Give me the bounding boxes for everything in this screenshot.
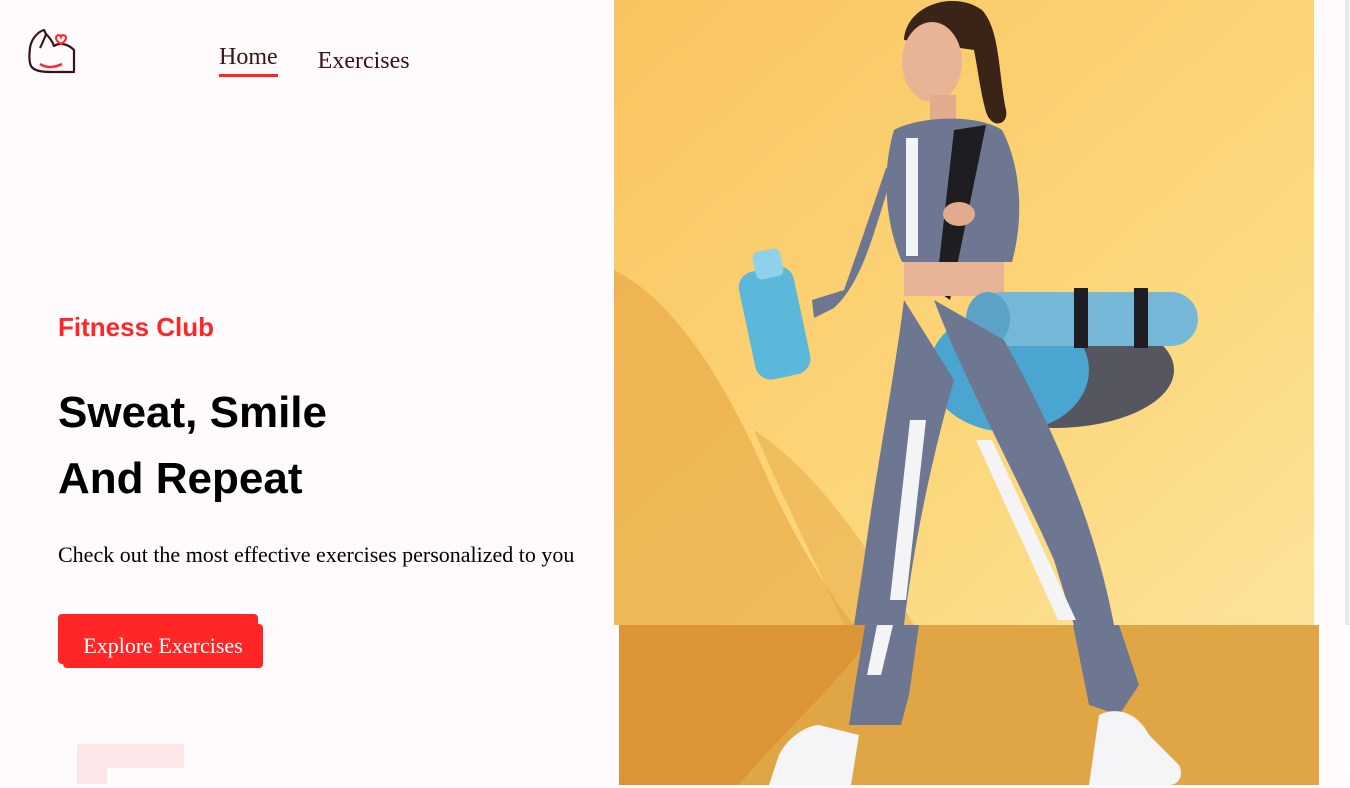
nav-link-home[interactable]: Home xyxy=(219,44,278,77)
logo[interactable] xyxy=(28,26,76,74)
headline-line-1: Sweat, Smile xyxy=(58,388,328,437)
hero-subtitle: Check out the most effective exercises p… xyxy=(58,542,575,567)
hero-section: Fitness Club Sweat, Smile And Repeat Che… xyxy=(58,312,618,568)
decorative-block-cutout xyxy=(107,768,184,788)
hero-eyebrow: Fitness Club xyxy=(58,312,215,342)
banner-illustration xyxy=(614,0,1314,625)
main-nav: Home Exercises xyxy=(219,44,410,77)
hero-headline: Sweat, Smile And Repeat xyxy=(58,380,618,512)
headline-line-2: And Repeat xyxy=(58,454,303,503)
hero-banner-image-lower xyxy=(619,625,1319,785)
explore-exercises-button[interactable]: Explore Exercises xyxy=(63,624,263,668)
flexed-arm-heart-icon xyxy=(28,28,76,74)
hero-banner-image xyxy=(614,0,1314,625)
nav-link-exercises[interactable]: Exercises xyxy=(318,48,410,77)
scrollbar-thumb[interactable] xyxy=(1345,0,1349,625)
banner-illustration-lower xyxy=(619,625,1319,785)
